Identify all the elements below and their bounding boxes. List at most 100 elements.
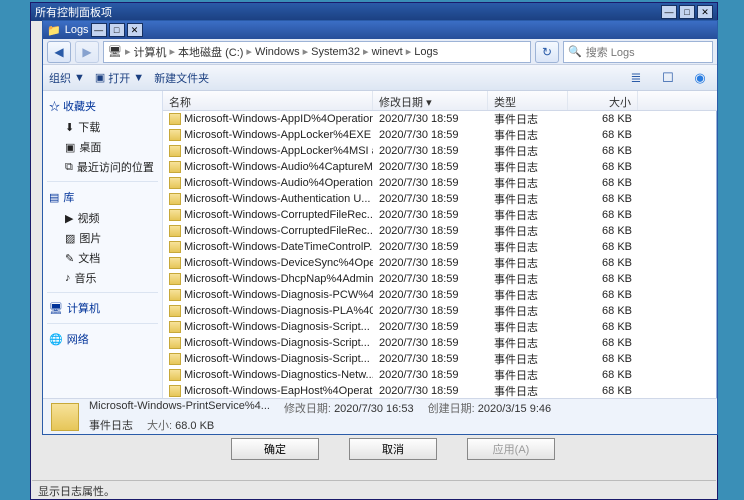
file-icon — [169, 273, 181, 285]
library-icon: ▤ — [49, 191, 59, 204]
item-icon: ▣ — [65, 141, 75, 154]
ok-button[interactable]: 确定 — [231, 438, 319, 460]
outer-titlebar[interactable]: 所有控制面板项 — □ ✕ — [31, 3, 717, 21]
sidebar-item[interactable]: ♪音乐 — [43, 268, 162, 288]
table-row[interactable]: Microsoft-Windows-DateTimeControlP...202… — [163, 239, 717, 255]
table-row[interactable]: Microsoft-Windows-Diagnosis-PCW%40...202… — [163, 287, 717, 303]
item-icon: ▨ — [65, 232, 75, 245]
logs-maximize-button[interactable]: □ — [109, 23, 125, 37]
table-row[interactable]: Microsoft-Windows-CorruptedFileRec...202… — [163, 223, 717, 239]
breadcrumb[interactable]: 🖥▸计算机▸本地磁盘 (C:)▸Windows▸System32▸winevt▸… — [103, 41, 531, 63]
file-icon — [169, 145, 181, 157]
table-row[interactable]: Microsoft-Windows-DhcpNap%4Admin2020/7/3… — [163, 271, 717, 287]
logs-minimize-button[interactable]: — — [91, 23, 107, 37]
apply-button[interactable]: 应用(A) — [467, 438, 555, 460]
sidebar-item[interactable]: ⧉最近访问的位置 — [43, 157, 162, 177]
breadcrumb-segment[interactable]: 计算机 — [134, 44, 167, 60]
col-date[interactable]: 修改日期 ▾ — [373, 91, 488, 110]
address-row: ◀ ▶ 🖥▸计算机▸本地磁盘 (C:)▸Windows▸System32▸win… — [43, 39, 717, 65]
sidebar-item[interactable]: ▨图片 — [43, 228, 162, 248]
breadcrumb-segment[interactable]: 本地磁盘 (C:) — [178, 44, 243, 60]
open-icon: ▣ — [95, 71, 105, 84]
libraries-group[interactable]: ▤库 — [43, 186, 162, 208]
sort-desc-icon: ▾ — [426, 97, 432, 109]
sidebar-item[interactable]: ✎文档 — [43, 248, 162, 268]
cancel-button[interactable]: 取消 — [349, 438, 437, 460]
file-icon — [169, 177, 181, 189]
close-button[interactable]: ✕ — [697, 5, 713, 19]
file-icon — [169, 225, 181, 237]
computer-group[interactable]: 🖥计算机 — [43, 297, 162, 319]
table-row[interactable]: Microsoft-Windows-Diagnosis-Script...202… — [163, 319, 717, 335]
breadcrumb-segment[interactable]: winevt — [372, 46, 403, 58]
nav-back-button[interactable]: ◀ — [47, 41, 71, 63]
new-folder-button[interactable]: 新建文件夹 — [154, 70, 209, 86]
col-size[interactable]: 大小 — [568, 91, 638, 110]
toolbar: 组织 ▼ ▣ 打开 ▼ 新建文件夹 ≣ ☐ ◉ — [43, 65, 717, 91]
organize-menu[interactable]: 组织 ▼ — [49, 70, 85, 86]
table-row[interactable]: Microsoft-Windows-Audio%4CaptureMo...202… — [163, 159, 717, 175]
folder-icon: 📁 — [47, 24, 61, 37]
item-icon: ♪ — [65, 272, 71, 284]
file-pane: 名称 修改日期 ▾ 类型 大小 Microsoft-Windows-AppID%… — [163, 91, 717, 398]
outer-title: 所有控制面板项 — [35, 4, 112, 20]
sidebar-item[interactable]: ▶视频 — [43, 208, 162, 228]
dialog-button-row: 确定 取消 应用(A) — [231, 438, 555, 460]
logs-close-button[interactable]: ✕ — [127, 23, 143, 37]
breadcrumb-segment[interactable]: Logs — [414, 46, 438, 58]
table-row[interactable]: Microsoft-Windows-Diagnosis-Script...202… — [163, 351, 717, 367]
breadcrumb-segment[interactable]: System32 — [311, 46, 360, 58]
table-row[interactable]: Microsoft-Windows-DeviceSync%4Oper...202… — [163, 255, 717, 271]
item-icon: ▶ — [65, 212, 73, 225]
preview-pane-button[interactable]: ☐ — [657, 68, 679, 88]
details-pane: Microsoft-Windows-PrintService%4... 修改日期… — [43, 398, 717, 434]
sidebar-item[interactable]: ⬇下载 — [43, 117, 162, 137]
table-row[interactable]: Microsoft-Windows-Authentication U...202… — [163, 191, 717, 207]
file-icon — [169, 209, 181, 221]
table-row[interactable]: Microsoft-Windows-Audio%4Operational2020… — [163, 175, 717, 191]
item-icon: ✎ — [65, 252, 74, 265]
logs-titlebar[interactable]: 📁 Logs — □ ✕ — [43, 21, 717, 39]
file-icon — [169, 321, 181, 333]
nav-forward-button[interactable]: ▶ — [75, 41, 99, 63]
file-type-icon — [51, 403, 79, 431]
table-row[interactable]: Microsoft-Windows-Diagnosis-Script...202… — [163, 335, 717, 351]
details-filename: Microsoft-Windows-PrintService%4... — [89, 400, 270, 416]
table-row[interactable]: Microsoft-Windows-AppLocker%4EXE a...202… — [163, 127, 717, 143]
col-type[interactable]: 类型 — [488, 91, 568, 110]
search-placeholder: 搜索 Logs — [586, 44, 635, 60]
file-list[interactable]: Microsoft-Windows-AppID%4Operational2020… — [163, 111, 717, 398]
file-icon — [169, 369, 181, 381]
item-icon: ⬇ — [65, 121, 74, 134]
network-icon: 🌐 — [49, 333, 63, 346]
status-bar: 显示日志属性。 — [32, 480, 716, 498]
computer-icon: 🖥 — [108, 45, 122, 58]
breadcrumb-segment[interactable]: Windows — [255, 46, 300, 58]
refresh-button[interactable]: ↻ — [535, 41, 559, 63]
explorer-window: 📁 Logs — □ ✕ ◀ ▶ 🖥▸计算机▸本地磁盘 (C:)▸Windows… — [42, 20, 718, 435]
table-row[interactable]: Microsoft-Windows-Diagnosis-PLA%40...202… — [163, 303, 717, 319]
search-icon: 🔍 — [568, 45, 582, 58]
table-row[interactable]: Microsoft-Windows-AppID%4Operational2020… — [163, 111, 717, 127]
view-mode-button[interactable]: ≣ — [625, 68, 647, 88]
computer-icon: 🖥 — [49, 302, 63, 315]
sidebar-item[interactable]: ▣桌面 — [43, 137, 162, 157]
maximize-button[interactable]: □ — [679, 5, 695, 19]
logs-title: Logs — [65, 24, 89, 36]
table-row[interactable]: Microsoft-Windows-CorruptedFileRec...202… — [163, 207, 717, 223]
table-row[interactable]: Microsoft-Windows-Diagnostics-Netw...202… — [163, 367, 717, 383]
table-row[interactable]: Microsoft-Windows-EapHost%4Operati...202… — [163, 383, 717, 398]
file-icon — [169, 337, 181, 349]
chevron-down-icon: ▼ — [133, 72, 144, 84]
search-input[interactable]: 🔍 搜索 Logs — [563, 41, 713, 63]
chevron-down-icon: ▼ — [74, 72, 85, 84]
table-row[interactable]: Microsoft-Windows-AppLocker%4MSI a...202… — [163, 143, 717, 159]
open-menu[interactable]: ▣ 打开 ▼ — [95, 70, 144, 86]
file-icon — [169, 257, 181, 269]
col-name[interactable]: 名称 — [163, 91, 373, 110]
minimize-button[interactable]: — — [661, 5, 677, 19]
help-button[interactable]: ◉ — [689, 68, 711, 88]
network-group[interactable]: 🌐网络 — [43, 328, 162, 350]
favorites-group[interactable]: ☆ 收藏夹 — [43, 95, 162, 117]
column-headers: 名称 修改日期 ▾ 类型 大小 — [163, 91, 717, 111]
